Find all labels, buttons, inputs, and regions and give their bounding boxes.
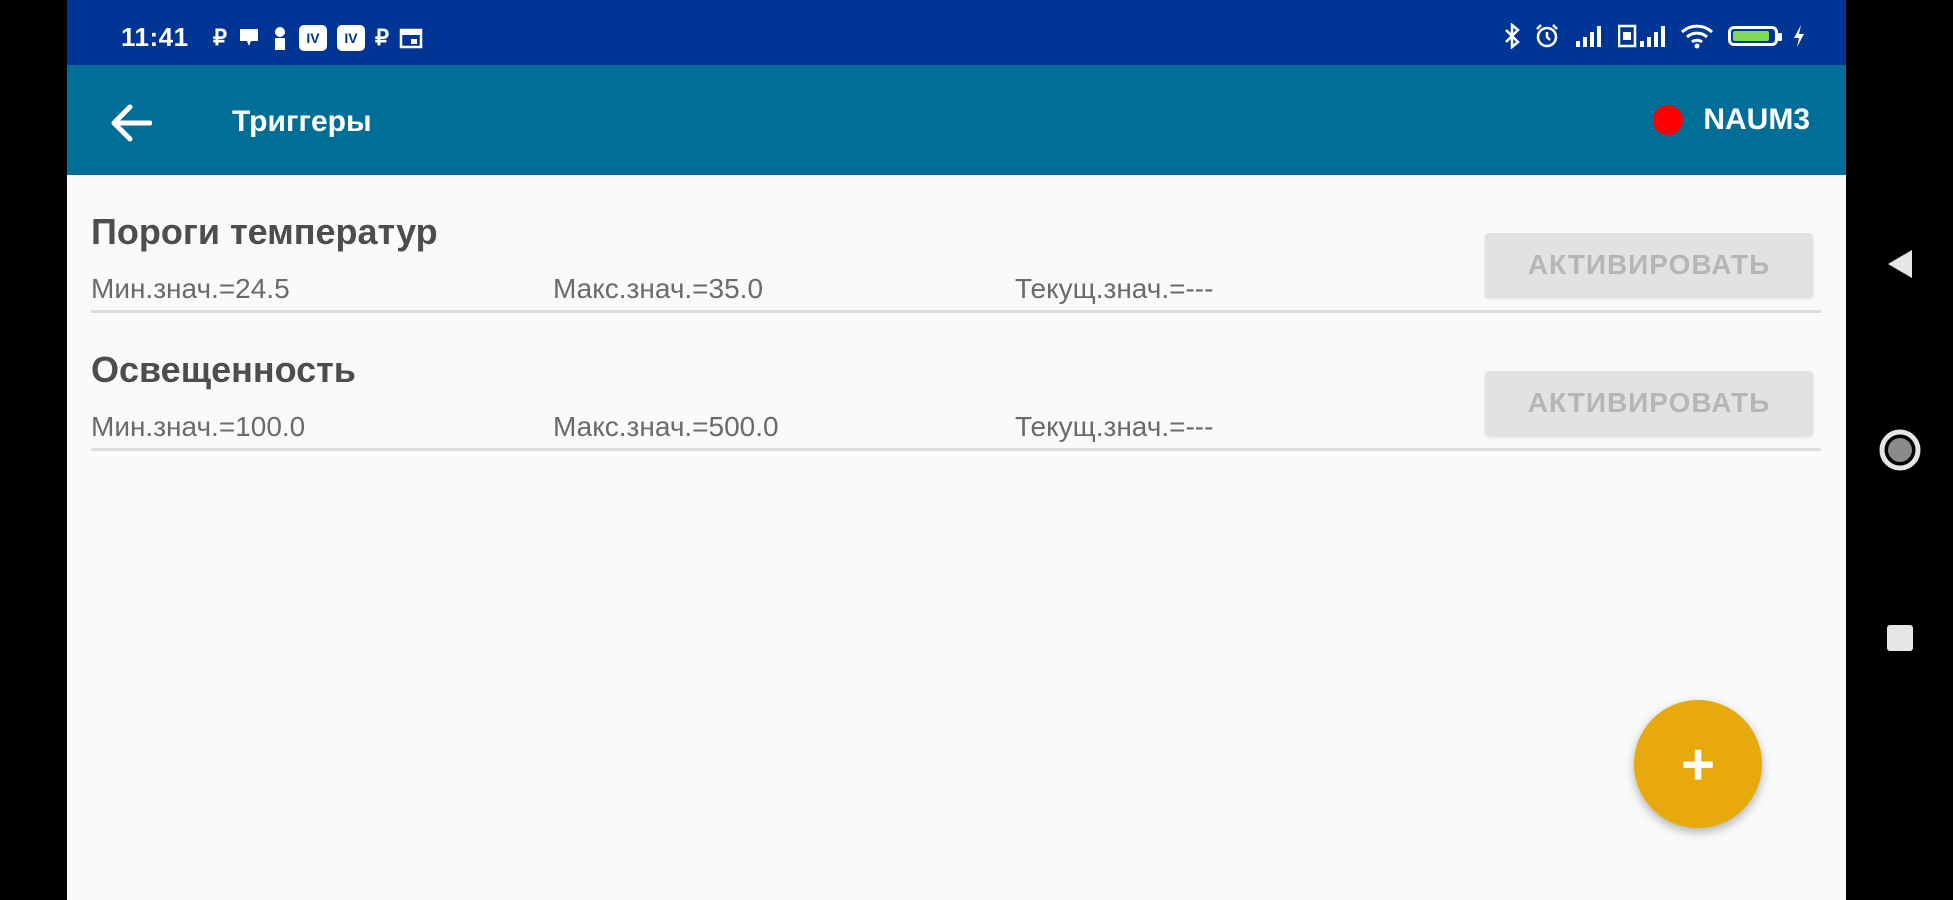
recents-square-icon <box>1887 625 1913 651</box>
arrow-left-icon <box>111 104 152 142</box>
activate-button[interactable]: АКТИВИРОВАТЬ <box>1485 371 1813 435</box>
status-right-icons <box>1504 22 1806 50</box>
calendar-icon <box>399 24 423 52</box>
plus-icon: + <box>1681 731 1715 797</box>
trigger-title: Пороги температур <box>91 211 438 252</box>
wifi-icon <box>1680 22 1714 50</box>
status-bar: 11:41 ₽ IV IV ₽ <box>67 0 1846 65</box>
trigger-current-value: Текущ.знач.=--- <box>1015 411 1214 442</box>
home-circle-icon <box>1879 429 1921 471</box>
person-icon <box>271 24 289 52</box>
system-nav-bar <box>1846 0 1953 900</box>
device-status: NAUM3 <box>1653 103 1810 137</box>
nav-home-button[interactable] <box>1876 426 1924 474</box>
ruble-icon: ₽ <box>375 25 389 50</box>
iv-icon: IV <box>299 25 327 51</box>
battery-icon <box>1728 26 1782 46</box>
trigger-max-value: Макс.знач.=500.0 <box>553 411 779 442</box>
add-trigger-button[interactable]: + <box>1634 700 1762 828</box>
battery-fill <box>1733 31 1769 41</box>
nav-recents-button[interactable] <box>1876 614 1924 662</box>
activate-button[interactable]: АКТИВИРОВАТЬ <box>1485 233 1813 297</box>
trigger-max-value: Макс.знач.=35.0 <box>553 273 764 304</box>
trigger-min-value: Мин.знач.=24.5 <box>91 273 290 304</box>
signal-icon <box>1574 22 1604 50</box>
nav-back-button[interactable] <box>1876 240 1924 288</box>
bluetooth-icon <box>1504 22 1520 50</box>
status-time: 11:41 <box>121 22 189 52</box>
trigger-item: Пороги температур Мин.знач.=24.5 Макс.зн… <box>91 175 1821 313</box>
back-button[interactable] <box>103 95 159 151</box>
device-name: NAUM3 <box>1703 103 1810 136</box>
page-title: Триггеры <box>232 105 372 138</box>
iv-icon: IV <box>337 25 365 51</box>
back-triangle-icon <box>1888 250 1912 278</box>
app-screen: 11:41 ₽ IV IV ₽ Триггеры NAUM3 Пороги те… <box>67 0 1846 900</box>
connection-status-dot <box>1653 105 1684 135</box>
status-left-icons: ₽ IV IV ₽ <box>213 24 423 52</box>
alarm-icon <box>1534 22 1560 50</box>
app-bar: Триггеры NAUM3 <box>67 65 1846 175</box>
trigger-min-value: Мин.знач.=100.0 <box>91 411 306 442</box>
trigger-current-value: Текущ.знач.=--- <box>1015 273 1214 304</box>
ruble-icon: ₽ <box>213 25 227 50</box>
charging-icon <box>1792 22 1806 50</box>
trigger-title: Освещенность <box>91 349 356 390</box>
notification-icon <box>237 24 261 52</box>
trigger-item: Освещенность Мин.знач.=100.0 Макс.знач.=… <box>91 313 1821 451</box>
sim-signal-icon <box>1618 22 1666 50</box>
